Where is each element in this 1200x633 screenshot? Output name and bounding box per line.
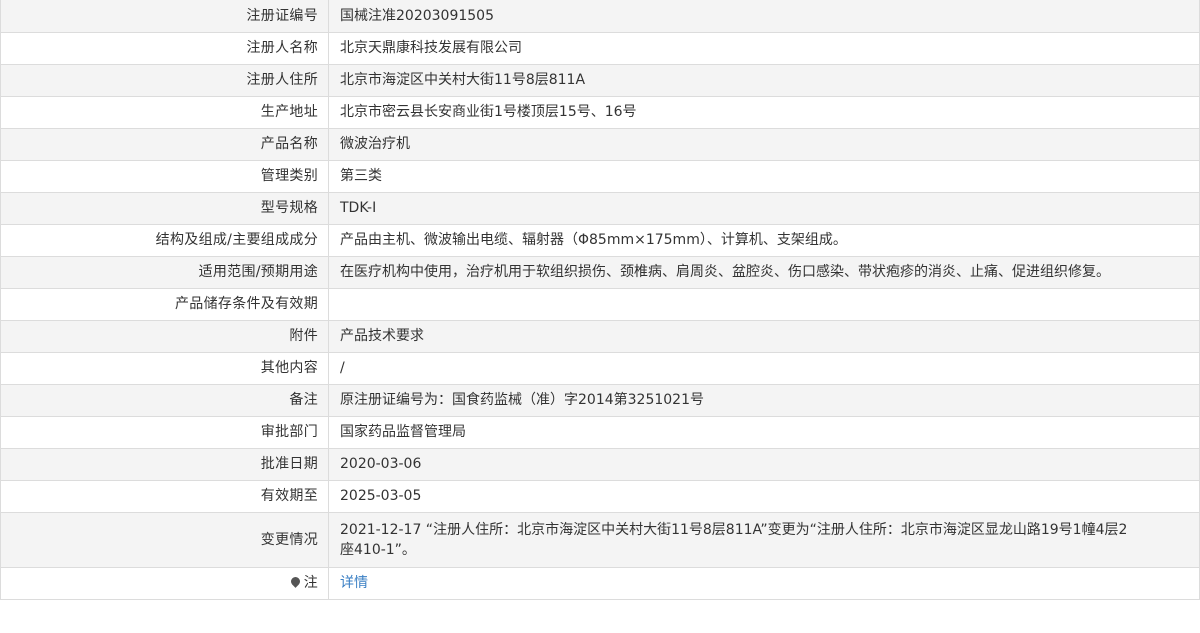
table-row: 变更情况 2021-12-17 “注册人住所：北京市海淀区中关村大街11号8层8… (0, 511, 1200, 568)
field-value-remarks: 原注册证编号为：国食药监械（准）字2014第3251021号 (328, 383, 1200, 417)
field-value-approval-department: 国家药品监督管理局 (328, 415, 1200, 449)
field-label-other-content: 其他内容 (0, 351, 329, 385)
table-row: 型号规格 TDK-I (0, 191, 1200, 225)
field-value-note: 详情 (328, 566, 1200, 600)
field-label-registrant-name: 注册人名称 (0, 31, 329, 65)
field-value-valid-until: 2025-03-05 (328, 479, 1200, 513)
table-row: 其他内容 / (0, 351, 1200, 385)
field-value-product-name: 微波治疗机 (328, 127, 1200, 161)
field-value-other-content: / (328, 351, 1200, 385)
field-label-intended-use: 适用范围/预期用途 (0, 255, 329, 289)
field-label-registrant-address: 注册人住所 (0, 63, 329, 97)
field-value-registration-number: 国械注准20203091505 (328, 0, 1200, 33)
field-label-management-category: 管理类别 (0, 159, 329, 193)
table-row: 管理类别 第三类 (0, 159, 1200, 193)
table-row: 生产地址 北京市密云县长安商业街1号楼顶层15号、16号 (0, 95, 1200, 129)
note-label: 注 (303, 575, 318, 591)
table-row: 适用范围/预期用途 在医疗机构中使用，治疗机用于软组织损伤、颈椎病、肩周炎、盆腔… (0, 255, 1200, 289)
field-value-production-address: 北京市密云县长安商业街1号楼顶层15号、16号 (328, 95, 1200, 129)
field-value-attachment: 产品技术要求 (328, 319, 1200, 353)
table-row: 产品储存条件及有效期 (0, 287, 1200, 321)
table-row: 结构及组成/主要组成成分 产品由主机、微波输出电缆、辐射器（Φ85mm×175m… (0, 223, 1200, 257)
field-label-valid-until: 有效期至 (0, 479, 329, 513)
field-label-remarks: 备注 (0, 383, 329, 417)
field-value-intended-use: 在医疗机构中使用，治疗机用于软组织损伤、颈椎病、肩周炎、盆腔炎、伤口感染、带状疱… (328, 255, 1200, 289)
field-value-registrant-address: 北京市海淀区中关村大街11号8层811A (328, 63, 1200, 97)
field-value-registrant-name: 北京天鼎康科技发展有限公司 (328, 31, 1200, 65)
table-row: 批准日期 2020-03-06 (0, 447, 1200, 481)
table-row: 注册人名称 北京天鼎康科技发展有限公司 (0, 31, 1200, 65)
table-row: 注册证编号 国械注准20203091505 (0, 0, 1200, 33)
field-label-approval-department: 审批部门 (0, 415, 329, 449)
table-row: 有效期至 2025-03-05 (0, 479, 1200, 513)
field-label-note: 注 (0, 566, 329, 600)
field-value-approval-date: 2020-03-06 (328, 447, 1200, 481)
field-label-change-history: 变更情况 (0, 511, 329, 568)
field-label-product-name: 产品名称 (0, 127, 329, 161)
field-label-approval-date: 批准日期 (0, 447, 329, 481)
field-label-structure-composition: 结构及组成/主要组成成分 (0, 223, 329, 257)
field-value-structure-composition: 产品由主机、微波输出电缆、辐射器（Φ85mm×175mm）、计算机、支架组成。 (328, 223, 1200, 257)
table-row: 注 详情 (0, 566, 1200, 600)
details-link[interactable]: 详情 (340, 575, 368, 591)
field-label-model-spec: 型号规格 (0, 191, 329, 225)
registration-record-table: 注册证编号 国械注准20203091505 注册人名称 北京天鼎康科技发展有限公… (0, 0, 1200, 600)
table-row: 产品名称 微波治疗机 (0, 127, 1200, 161)
table-row: 审批部门 国家药品监督管理局 (0, 415, 1200, 449)
field-label-attachment: 附件 (0, 319, 329, 353)
table-row: 注册人住所 北京市海淀区中关村大街11号8层811A (0, 63, 1200, 97)
field-value-storage-conditions (328, 287, 1200, 321)
field-value-model-spec: TDK-I (328, 191, 1200, 225)
table-row: 备注 原注册证编号为：国食药监械（准）字2014第3251021号 (0, 383, 1200, 417)
table-row: 附件 产品技术要求 (0, 319, 1200, 353)
pin-icon (288, 575, 302, 588)
field-value-management-category: 第三类 (328, 159, 1200, 193)
field-label-storage-conditions: 产品储存条件及有效期 (0, 287, 329, 321)
field-value-change-history: 2021-12-17 “注册人住所：北京市海淀区中关村大街11号8层811A”变… (328, 511, 1200, 568)
field-label-registration-number: 注册证编号 (0, 0, 329, 33)
field-label-production-address: 生产地址 (0, 95, 329, 129)
